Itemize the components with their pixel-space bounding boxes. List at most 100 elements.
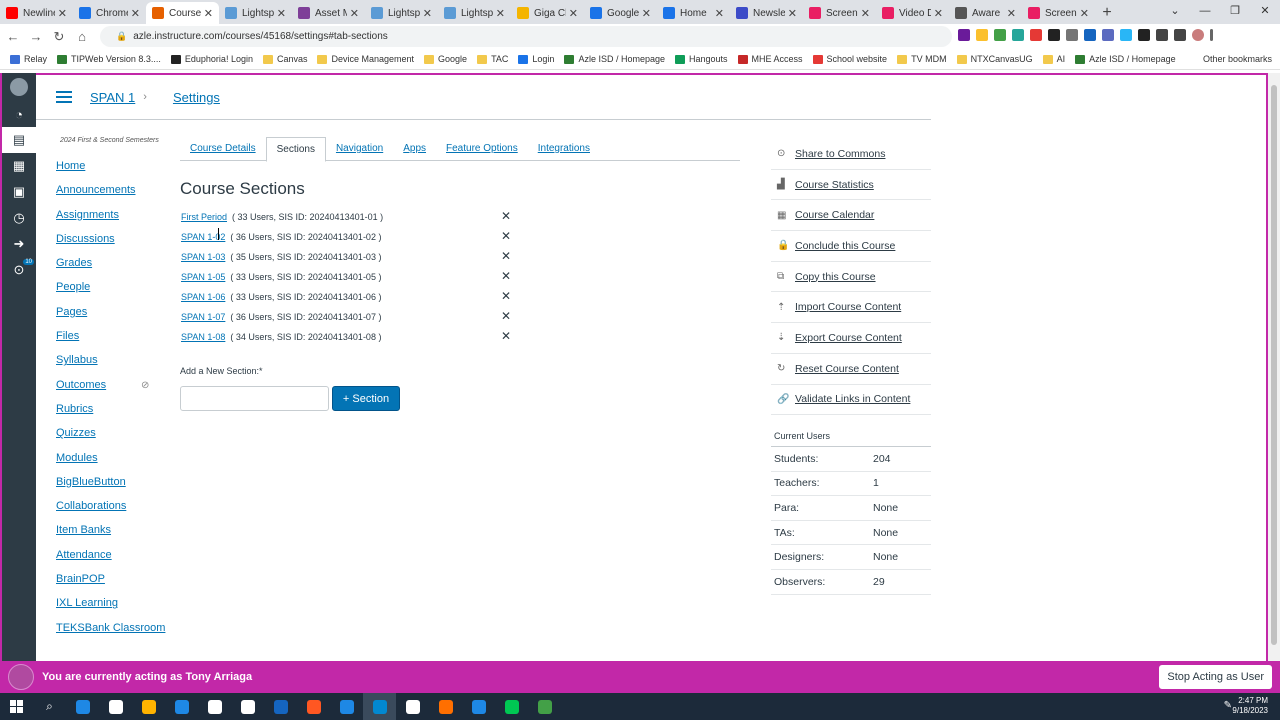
- new-tab-icon[interactable]: +: [1095, 2, 1119, 24]
- course-action[interactable]: ▦ Course Calendar: [771, 200, 931, 232]
- browser-tab[interactable]: Lightsp ✕: [438, 2, 511, 24]
- calendar-icon[interactable]: ▦: [2, 153, 36, 179]
- delete-section-icon[interactable]: ✕: [501, 329, 511, 343]
- bookmark-item[interactable]: MHE Access: [737, 54, 803, 64]
- tab-navigation[interactable]: Navigation: [326, 137, 393, 160]
- tab-close-icon[interactable]: ✕: [861, 7, 870, 20]
- delete-section-icon[interactable]: ✕: [501, 269, 511, 283]
- home-icon[interactable]: ⌂: [72, 29, 92, 44]
- course-action[interactable]: ⇣ Export Course Content: [771, 323, 931, 354]
- delete-section-icon[interactable]: ✕: [501, 289, 511, 303]
- course-action[interactable]: 🔒 Conclude this Course: [771, 231, 931, 262]
- breadcrumb-course[interactable]: SPAN 1: [90, 90, 135, 105]
- taskbar-app-icon[interactable]: [528, 693, 561, 720]
- browser-tab[interactable]: Course ✕: [146, 2, 219, 24]
- user-avatar-icon[interactable]: [2, 73, 36, 101]
- tab-search-icon[interactable]: ⌄: [1160, 0, 1190, 22]
- tab-close-icon[interactable]: ✕: [131, 7, 140, 20]
- restore-icon[interactable]: ❐: [1220, 0, 1250, 22]
- course-nav-attendance[interactable]: Attendance: [56, 549, 165, 564]
- windows-start-icon[interactable]: [0, 693, 33, 720]
- extension-icon[interactable]: [1138, 29, 1150, 41]
- bookmark-item[interactable]: Azle ISD / Homepage: [564, 54, 665, 64]
- breadcrumb-settings[interactable]: Settings: [173, 90, 220, 105]
- forward-icon[interactable]: →: [26, 29, 46, 44]
- bookmark-item[interactable]: Login: [518, 54, 554, 64]
- bookmark-item[interactable]: Canvas: [262, 54, 307, 64]
- extension-icon[interactable]: [1102, 29, 1114, 41]
- puzzle-icon[interactable]: [1156, 29, 1168, 41]
- tab-close-icon[interactable]: ✕: [496, 7, 505, 20]
- system-clock[interactable]: 2:47 PM 9/18/2023: [1232, 696, 1268, 716]
- section-link[interactable]: SPAN 1-08: [181, 332, 225, 342]
- course-action[interactable]: ⇡ Import Course Content: [771, 292, 931, 324]
- course-nav-item-banks[interactable]: Item Banks: [56, 524, 165, 539]
- url-field[interactable]: 🔒 azle.instructure.com/courses/45168/sett…: [100, 26, 952, 47]
- extension-icon[interactable]: [1066, 29, 1078, 41]
- extension-icon[interactable]: [994, 29, 1006, 41]
- close-window-icon[interactable]: ✕: [1250, 0, 1280, 22]
- course-nav-teksbank-classroom[interactable]: TEKSBank Classroom: [56, 622, 165, 650]
- browser-tab[interactable]: Aware ✕: [949, 2, 1022, 24]
- course-nav-announcements[interactable]: Announcements: [56, 184, 165, 199]
- extension-icon[interactable]: [958, 29, 970, 41]
- taskbar-app-icon[interactable]: [66, 693, 99, 720]
- delete-section-icon[interactable]: ✕: [501, 209, 511, 223]
- pen-icon[interactable]: ✎: [1224, 700, 1232, 711]
- menu-icon[interactable]: [1210, 29, 1213, 41]
- course-action[interactable]: ⧉ Copy this Course: [771, 262, 931, 293]
- course-nav-bigbluebutton[interactable]: BigBlueButton: [56, 476, 165, 491]
- course-action[interactable]: ▟ Course Statistics: [771, 170, 931, 201]
- tab-apps[interactable]: Apps: [393, 137, 436, 160]
- browser-tab[interactable]: Giga Ch✕: [511, 2, 584, 24]
- new-section-input[interactable]: [180, 386, 329, 411]
- browser-tab[interactable]: Newline✕: [0, 2, 73, 24]
- extension-icon[interactable]: [1120, 29, 1132, 41]
- tab-close-icon[interactable]: ✕: [642, 7, 651, 20]
- dashboard-icon[interactable]: ◔: [2, 101, 36, 127]
- course-nav-people[interactable]: People: [56, 281, 165, 296]
- browser-tab[interactable]: Newsle ✕: [730, 2, 803, 24]
- taskbar-app-icon[interactable]: [231, 693, 264, 720]
- taskbar-app-icon[interactable]: [198, 693, 231, 720]
- course-nav-brainpop[interactable]: BrainPOP: [56, 573, 165, 588]
- tab-course-details[interactable]: Course Details: [180, 137, 266, 160]
- reload-icon[interactable]: ↻: [49, 29, 69, 45]
- browser-tab[interactable]: Google ✕: [584, 2, 657, 24]
- tab-close-icon[interactable]: ✕: [788, 7, 797, 20]
- minimize-icon[interactable]: —: [1190, 0, 1220, 22]
- bookmark-item[interactable]: AI: [1042, 54, 1065, 64]
- section-link[interactable]: SPAN 1-07: [181, 312, 225, 322]
- taskbar-app-icon[interactable]: [297, 693, 330, 720]
- extension-icon[interactable]: [1048, 29, 1060, 41]
- taskbar-app-icon[interactable]: [165, 693, 198, 720]
- taskbar-app-icon[interactable]: [363, 693, 396, 720]
- extension-icon[interactable]: [1030, 29, 1042, 41]
- bookmark-item[interactable]: Eduphoria! Login: [170, 54, 253, 64]
- hamburger-menu-icon[interactable]: [56, 91, 72, 103]
- taskbar-app-icon[interactable]: [132, 693, 165, 720]
- tab-close-icon[interactable]: ✕: [934, 7, 943, 20]
- stop-acting-button[interactable]: Stop Acting as User: [1159, 665, 1272, 689]
- commons-icon[interactable]: ➜: [2, 231, 36, 257]
- bookmark-item[interactable]: TAC: [477, 54, 508, 64]
- tab-close-icon[interactable]: ✕: [204, 7, 213, 20]
- course-action[interactable]: ⊙ Share to Commons: [771, 139, 931, 170]
- section-link[interactable]: SPAN 1-05: [181, 272, 225, 282]
- course-nav-modules[interactable]: Modules: [56, 452, 165, 467]
- course-nav-ixl-learning[interactable]: IXL Learning: [56, 597, 165, 612]
- browser-tab[interactable]: Chrome✕: [73, 2, 146, 24]
- taskbar-app-icon[interactable]: [495, 693, 528, 720]
- other-bookmarks[interactable]: Other bookmarks: [1203, 54, 1272, 64]
- course-action[interactable]: ↻ Reset Course Content: [771, 354, 931, 385]
- section-link[interactable]: First Period: [181, 212, 227, 222]
- extension-icon[interactable]: [1084, 29, 1096, 41]
- course-nav-pages[interactable]: Pages: [56, 306, 165, 321]
- courses-icon[interactable]: ▤: [2, 127, 36, 153]
- bookmark-item[interactable]: Google: [424, 54, 467, 64]
- tab-integrations[interactable]: Integrations: [528, 137, 600, 160]
- tab-sections[interactable]: Sections: [265, 137, 326, 162]
- bookmark-item[interactable]: TIPWeb Version 8.3....: [57, 54, 161, 64]
- history-icon[interactable]: ◷: [2, 205, 36, 231]
- browser-tab[interactable]: Asset M✕: [292, 2, 365, 24]
